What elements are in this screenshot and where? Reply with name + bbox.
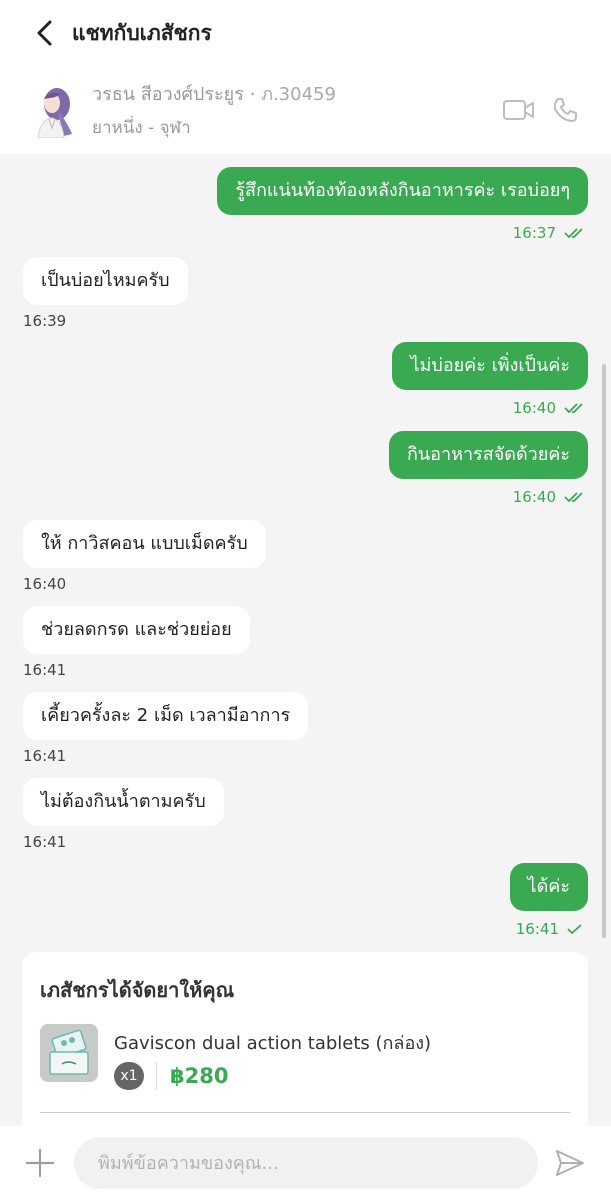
message-time: 16:41 bbox=[23, 661, 67, 679]
double-check-icon bbox=[564, 403, 583, 414]
message-text: ได้ค่ะ bbox=[527, 876, 570, 897]
video-call-button[interactable] bbox=[499, 90, 539, 130]
message-bubble-incoming: ให้ กาวิสคอน แบบเม็ดครับ bbox=[23, 520, 266, 568]
send-button[interactable] bbox=[548, 1141, 592, 1185]
call-buttons bbox=[499, 90, 585, 130]
send-icon bbox=[556, 1150, 584, 1176]
message-bubble-outgoing: ไม่บ่อยค่ะ เพิ่งเป็นค่ะ bbox=[392, 342, 588, 390]
message-time: 16:40 bbox=[23, 575, 67, 593]
video-camera-icon bbox=[503, 100, 534, 120]
pharmacist-name: วรธน สีอวงศ์ประยูร bbox=[92, 84, 244, 105]
check-icon bbox=[567, 924, 582, 935]
message-time: 16:39 bbox=[23, 312, 67, 330]
message-time: 16:41 bbox=[516, 920, 583, 938]
message-bubble-incoming: เคี้ยวครั้งละ 2 เม็ด เวลามีอาการ bbox=[23, 692, 309, 740]
divider bbox=[40, 1112, 570, 1113]
phone-icon bbox=[553, 98, 577, 122]
message-time: 16:41 bbox=[23, 833, 67, 851]
divider bbox=[156, 1062, 157, 1090]
message-text: ให้ กาวิสคอน แบบเม็ดครับ bbox=[41, 533, 248, 554]
attach-button[interactable] bbox=[20, 1143, 60, 1183]
message-time: 16:40 bbox=[513, 399, 586, 417]
message-text: เคี้ยวครั้งละ 2 เม็ด เวลามีอาการ bbox=[41, 705, 291, 726]
product-price: ฿280 bbox=[170, 1064, 229, 1088]
double-check-icon bbox=[564, 228, 583, 239]
top-bar: แชทกับเภสัชกร bbox=[0, 0, 611, 66]
pharmacy-branch: ยาหนึ่ง - จุฬา bbox=[92, 118, 191, 138]
message-bubble-incoming: ช่วยลดกรด และช่วยย่อย bbox=[23, 606, 250, 654]
pharmacist-header: วรธน สีอวงศ์ประยูร · ภ.30459 ยาหนึ่ง - จ… bbox=[0, 66, 611, 154]
message-bubble-outgoing: รู้สึกแน่นท้องท้องหลังกินอาหารค่ะ เรอบ่อ… bbox=[217, 167, 588, 215]
message-time: 16:41 bbox=[23, 747, 67, 765]
message-text: ช่วยลดกรด และช่วยย่อย bbox=[41, 619, 232, 640]
product-name: Gaviscon dual action tablets (กล่อง) bbox=[114, 1033, 432, 1054]
scrollbar[interactable] bbox=[602, 364, 606, 938]
plus-icon bbox=[25, 1148, 55, 1178]
pharmacist-info: วรธน สีอวงศ์ประยูร · ภ.30459 ยาหนึ่ง - จ… bbox=[92, 79, 499, 141]
message-text: เป็นบ่อยไหมครับ bbox=[41, 270, 170, 291]
message-time: 16:37 bbox=[513, 224, 586, 242]
back-button[interactable] bbox=[22, 9, 70, 57]
quantity-badge: x1 bbox=[114, 1062, 144, 1090]
message-bubble-incoming: ไม่ต้องกินน้ำตามครับ bbox=[23, 778, 224, 826]
message-input[interactable] bbox=[74, 1137, 538, 1189]
voice-call-button[interactable] bbox=[545, 90, 585, 130]
message-bubble-outgoing: ได้ค่ะ bbox=[509, 863, 588, 911]
page-title: แชทกับเภสัชกร bbox=[72, 20, 212, 45]
avatar[interactable] bbox=[28, 82, 80, 138]
pharmacist-name-line: วรธน สีอวงศ์ประยูร · ภ.30459 bbox=[92, 79, 499, 108]
message-text: ไม่ต้องกินน้ำตามครับ bbox=[41, 791, 206, 812]
product-image[interactable] bbox=[40, 1024, 98, 1082]
message-text: รู้สึกแน่นท้องท้องหลังกินอาหารค่ะ เรอบ่อ… bbox=[235, 180, 570, 201]
prescription-card-title: เภสัชกรได้จัดยาให้คุณ bbox=[40, 978, 235, 1002]
chat-area[interactable]: รู้สึกแน่นท้องท้องหลังกินอาหารค่ะ เรอบ่อ… bbox=[0, 154, 611, 1126]
message-composer bbox=[0, 1126, 611, 1200]
double-check-icon bbox=[564, 492, 583, 503]
message-text: กินอาหารสจัดด้วยค่ะ bbox=[406, 444, 570, 465]
chevron-left-icon bbox=[37, 20, 52, 46]
prescription-card[interactable]: เภสัชกรได้จัดยาให้คุณ Gaviscon dual acti… bbox=[22, 952, 588, 1126]
message-bubble-incoming: เป็นบ่อยไหมครับ bbox=[23, 257, 188, 305]
pharmacist-license: ภ.30459 bbox=[261, 84, 336, 105]
message-time: 16:40 bbox=[513, 488, 586, 506]
name-separator: · bbox=[249, 84, 256, 105]
message-bubble-outgoing: กินอาหารสจัดด้วยค่ะ bbox=[388, 431, 588, 479]
message-text: ไม่บ่อยค่ะ เพิ่งเป็นค่ะ bbox=[410, 355, 570, 376]
